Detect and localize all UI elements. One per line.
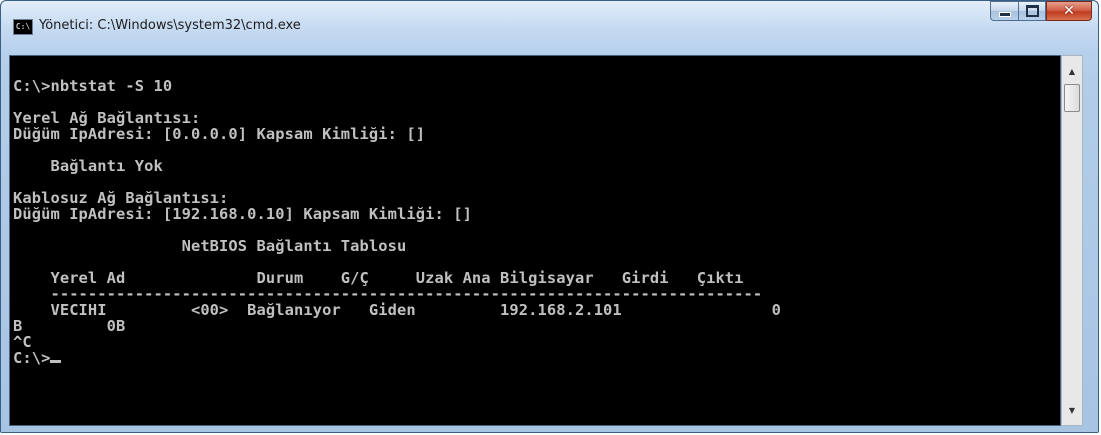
window-title: Yönetici: C:\Windows\system32\cmd.exe [39, 18, 301, 33]
console-output[interactable]: C:\>nbtstat -S 10 Yerel Ağ Bağlantısı: D… [9, 55, 1061, 426]
scroll-up-button[interactable]: ▲ [1063, 58, 1081, 84]
console-text: C:\>nbtstat -S 10 Yerel Ağ Bağlantısı: D… [13, 62, 781, 366]
console-line: Düğüm IpAdresi: [0.0.0.0] Kapsam Kimliği… [13, 125, 426, 143]
cmd-app-icon[interactable]: C:\ [13, 19, 33, 35]
up-arrow-icon: ▲ [1068, 66, 1076, 76]
close-button[interactable]: ✕ [1046, 1, 1092, 21]
minimize-icon [998, 11, 1011, 17]
console-line: Bağlantı Yok [13, 157, 163, 175]
maximize-icon [1025, 5, 1039, 17]
title-bar[interactable]: C:\ Yönetici: C:\Windows\system32\cmd.ex… [1, 1, 1098, 55]
minimize-button[interactable] [990, 1, 1018, 21]
window-controls: ✕ [990, 1, 1092, 23]
close-icon: ✕ [1063, 3, 1075, 19]
text-cursor [50, 360, 62, 363]
console-line: NetBIOS Bağlantı Tablosu [13, 237, 407, 255]
prompt-line: C:\> [13, 349, 51, 367]
console-line: C:\>nbtstat -S 10 [13, 77, 173, 95]
scrollbar-thumb[interactable] [1064, 84, 1080, 112]
down-arrow-icon: ▼ [1068, 405, 1076, 415]
maximize-button[interactable] [1018, 1, 1046, 21]
console-line: Düğüm IpAdresi: [192.168.0.10] Kapsam Ki… [13, 205, 472, 223]
console-line: VECIHI <00> Bağlanıyor Giden 192.168.2.1… [13, 301, 782, 319]
cmd-window: C:\ Yönetici: C:\Windows\system32\cmd.ex… [0, 0, 1099, 433]
scroll-down-button[interactable]: ▼ [1063, 397, 1081, 423]
vertical-scrollbar[interactable]: ▲ ▼ [1061, 55, 1083, 426]
